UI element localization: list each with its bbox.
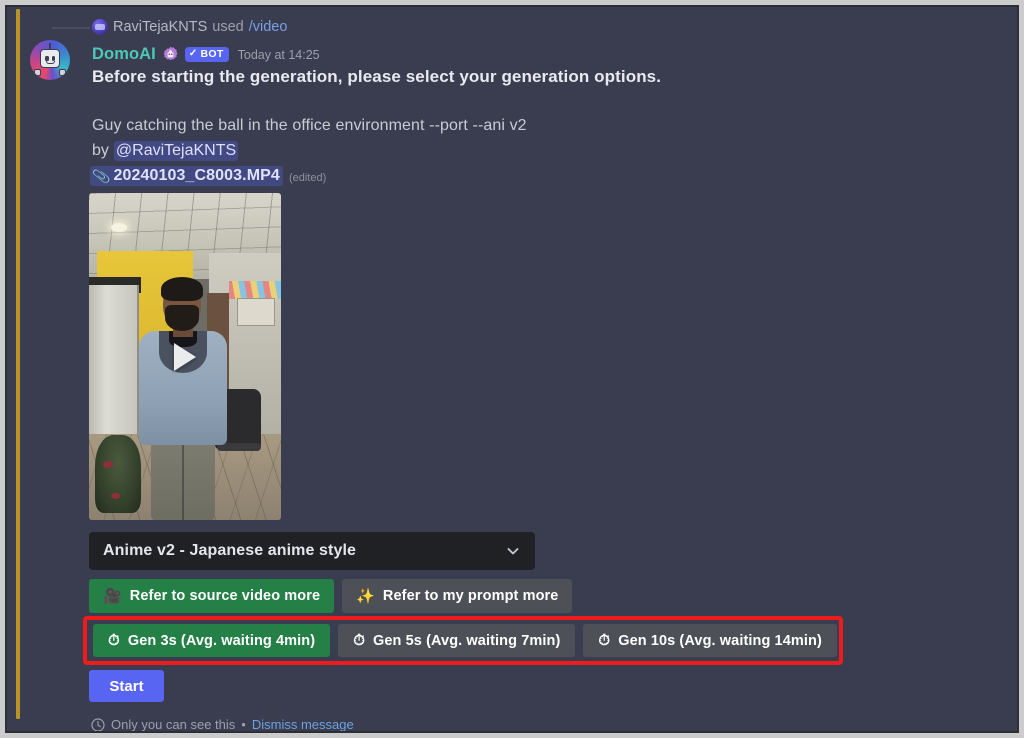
by-label: by <box>92 142 109 159</box>
user-avatar-icon <box>92 19 108 35</box>
style-select[interactable]: Anime v2 - Japanese anime style <box>89 532 535 570</box>
ephemeral-footer: Only you can see this • Dismiss message <box>91 717 354 732</box>
discord-message-frame: RaviTejaKNTS used /video DomoAI ✓ BOT To… <box>5 5 1019 733</box>
refer-source-video-button[interactable]: 🎥 Refer to source video more <box>89 579 335 613</box>
intro-text: Before starting the generation, please s… <box>92 67 662 86</box>
interaction-header: RaviTejaKNTS used /video <box>92 18 287 36</box>
dismiss-message-link[interactable]: Dismiss message <box>252 717 354 731</box>
thumb-decor-banner <box>229 281 281 299</box>
bot-face <box>40 49 60 68</box>
message-header: DomoAI ✓ BOT Today at 14:25 <box>92 45 320 64</box>
stopwatch-icon: ⏱ <box>598 632 611 649</box>
thumb-plant-flower-2 <box>111 493 120 499</box>
bot-badge-label: BOT <box>200 47 224 60</box>
gen-10s-label: Gen 10s (Avg. waiting 14min) <box>618 632 822 649</box>
thread-spine <box>16 9 20 719</box>
domoai-bot-avatar[interactable] <box>30 40 70 80</box>
bot-mouth <box>46 60 55 64</box>
interaction-used-label: used <box>212 19 244 35</box>
message-timestamp: Today at 14:25 <box>237 47 320 62</box>
movie-camera-icon: 🎥 <box>103 587 122 605</box>
paperclip-icon: 📎 <box>91 166 112 185</box>
interaction-username[interactable]: RaviTejaKNTS <box>113 18 207 36</box>
gen-5s-label: Gen 5s (Avg. waiting 7min) <box>373 632 561 649</box>
refer-my-prompt-button[interactable]: ✨ Refer to my prompt more <box>342 579 573 613</box>
attachment-line: 📎 20240103_C8003.MP4 (edited) <box>90 166 326 186</box>
stopwatch-icon: ⏱ <box>353 632 365 649</box>
gen-10s-button[interactable]: ⏱ Gen 10s (Avg. waiting 14min) <box>583 624 837 657</box>
interaction-connector <box>52 27 90 29</box>
prompt-text: Guy catching the ball in the office envi… <box>92 117 527 134</box>
gen-3s-label: Gen 3s (Avg. waiting 4min) <box>127 632 316 649</box>
gen-5s-button[interactable]: ⏱ Gen 5s (Avg. waiting 7min) <box>338 624 576 657</box>
bot-foot-left <box>34 69 41 76</box>
ephemeral-separator: • <box>241 717 246 732</box>
attachment-filename: 20240103_C8003.MP4 <box>113 167 280 184</box>
bot-eye-left <box>45 56 49 61</box>
refer-my-prompt-label: Refer to my prompt more <box>382 588 559 604</box>
bot-badge: ✓ BOT <box>184 47 229 62</box>
eye-icon <box>91 717 105 731</box>
thumb-person-hair <box>161 277 203 301</box>
thumb-ceiling-light-1 <box>111 223 127 232</box>
chevron-down-icon <box>505 543 521 559</box>
video-thumbnail[interactable] <box>89 193 281 520</box>
attachment-chip[interactable]: 📎 20240103_C8003.MP4 <box>90 166 283 186</box>
play-triangle-icon[interactable] <box>174 342 196 371</box>
thumb-plant-flower-1 <box>103 461 113 468</box>
sparkles-icon: ✨ <box>356 587 375 605</box>
thumb-person-leg-split <box>182 445 184 520</box>
gen-button-row: ⏱ Gen 3s (Avg. waiting 4min) ⏱ Gen 5s (A… <box>93 624 837 657</box>
user-mention[interactable]: @RaviTejaKNTS <box>113 141 239 161</box>
check-icon: ✓ <box>188 48 198 60</box>
slash-command-link[interactable]: /video <box>249 18 288 36</box>
ephemeral-text: Only you can see this <box>111 717 236 732</box>
refer-button-row: 🎥 Refer to source video more ✨ Refer to … <box>89 579 573 613</box>
bot-username[interactable]: DomoAI <box>92 45 156 64</box>
thumb-person-beard <box>165 305 199 331</box>
bot-foot-right <box>59 69 66 76</box>
byline: by @RaviTejaKNTS <box>92 141 239 161</box>
bot-eye-right <box>51 56 55 61</box>
thumb-plant <box>95 435 141 513</box>
refer-source-video-label: Refer to source video more <box>129 588 321 604</box>
start-button[interactable]: Start <box>89 670 164 702</box>
edited-tag: (edited) <box>288 171 327 184</box>
verified-app-gear-icon <box>162 46 179 63</box>
stopwatch-icon: ⏱ <box>108 632 120 649</box>
gen-3s-button[interactable]: ⏱ Gen 3s (Avg. waiting 4min) <box>93 624 331 657</box>
style-select-value: Anime v2 - Japanese anime style <box>103 542 356 559</box>
thumb-wall-board <box>237 298 275 326</box>
